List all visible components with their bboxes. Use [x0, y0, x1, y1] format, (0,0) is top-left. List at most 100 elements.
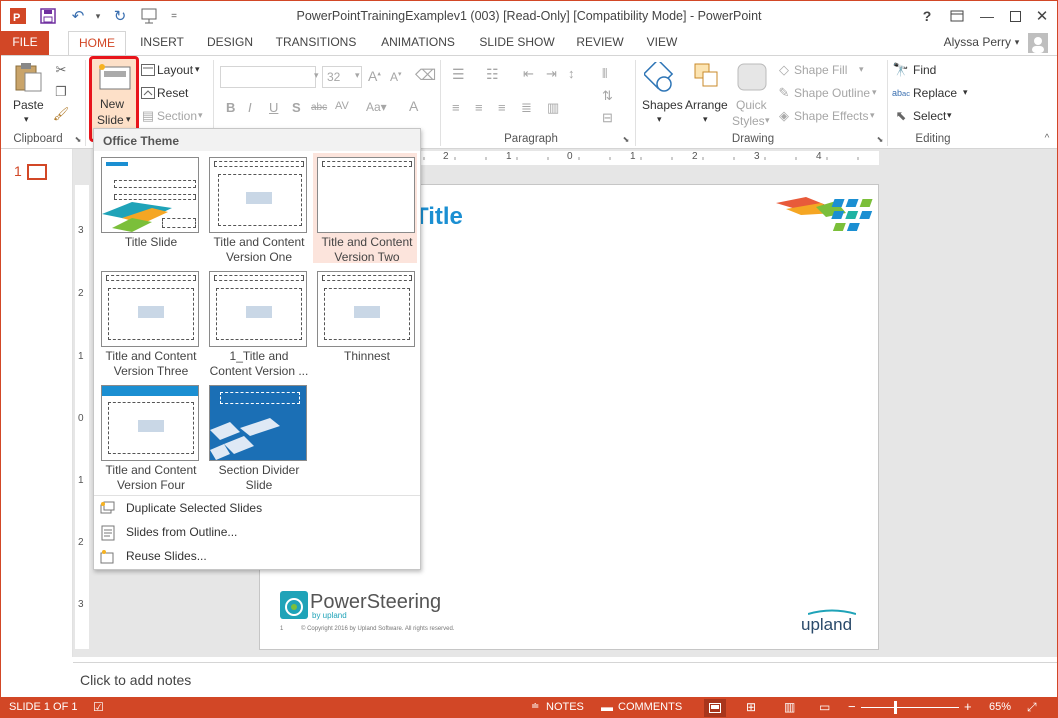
layout-icon[interactable] — [141, 63, 155, 77]
zoom-slider-thumb[interactable] — [894, 701, 897, 714]
numbering-icon[interactable]: ☷ — [486, 66, 499, 83]
decrease-indent-icon[interactable]: ⇤ — [523, 66, 534, 82]
shape-fill-dropdown-icon[interactable]: ▾ — [859, 64, 864, 75]
reuse-slides-item[interactable]: Reuse Slides... — [94, 545, 420, 569]
shape-outline-dropdown-icon[interactable]: ▾ — [872, 87, 877, 98]
paste-dropdown-icon[interactable]: ▾ — [24, 114, 29, 125]
section-dropdown-icon[interactable]: ▾ — [198, 110, 203, 121]
user-name[interactable]: Alyssa Perry — [931, 31, 1011, 55]
tab-file[interactable]: FILE — [1, 31, 49, 55]
notes-toggle-icon[interactable]: ≐ — [531, 701, 539, 712]
layout-title-slide[interactable]: Title Slide — [97, 153, 201, 263]
clipboard-launcher-icon[interactable]: ⬊ — [73, 134, 83, 144]
shape-effects-dropdown-icon[interactable]: ▾ — [870, 110, 875, 121]
layout-1-title-content[interactable]: 1_Title and Content Version ... — [205, 267, 309, 378]
zoom-slider-track[interactable] — [861, 707, 959, 708]
font-color-icon[interactable]: A — [409, 98, 418, 114]
slide-sorter-icon[interactable]: ⊞ — [746, 700, 756, 714]
bullets-icon[interactable]: ☰ — [452, 66, 465, 83]
center-icon[interactable]: ≡ — [475, 100, 483, 115]
find-button[interactable]: Find — [913, 63, 936, 77]
align-right-icon[interactable]: ≡ — [498, 100, 506, 115]
layout-button[interactable]: Layout — [157, 63, 193, 77]
font-size-dropdown-icon[interactable]: ▾ — [355, 70, 360, 81]
arrange-icon[interactable] — [691, 62, 723, 94]
zoom-in-button[interactable]: + — [964, 699, 972, 714]
section-icon[interactable]: ▤ — [141, 108, 155, 123]
drawing-launcher-icon[interactable]: ⬊ — [875, 134, 885, 144]
align-text-icon[interactable]: ⊟ — [602, 110, 613, 126]
close-icon[interactable]: ✕ — [1028, 5, 1056, 27]
collapse-ribbon-icon[interactable]: ^ — [1041, 132, 1053, 144]
paste-icon[interactable] — [11, 60, 45, 94]
tab-animations[interactable]: ANIMATIONS — [371, 31, 465, 55]
quick-styles-line1[interactable]: Quick — [736, 98, 767, 112]
normal-view-icon[interactable] — [704, 699, 726, 717]
minimize-icon[interactable]: — — [973, 5, 1001, 27]
reset-icon[interactable] — [141, 86, 155, 100]
tab-home[interactable]: HOME — [68, 31, 126, 56]
layout-title-content-v4[interactable]: Title and Content Version Four — [97, 381, 201, 492]
slide-thumbnail[interactable] — [27, 164, 47, 180]
strikethrough-icon[interactable]: abc — [311, 102, 327, 113]
shape-effects-icon[interactable]: ◈ — [777, 108, 791, 123]
change-case-icon[interactable]: Aa▾ — [366, 100, 387, 114]
slide-title-fragment[interactable]: Title — [414, 203, 463, 231]
paragraph-launcher-icon[interactable]: ⬊ — [621, 134, 631, 144]
select-dropdown-icon[interactable]: ▾ — [947, 110, 952, 121]
tab-design[interactable]: DESIGN — [199, 31, 261, 55]
reset-button[interactable]: Reset — [157, 86, 188, 100]
text-direction-icon[interactable]: ⇅ — [602, 88, 613, 104]
layout-title-content-v2[interactable]: Title and Content Version Two — [313, 153, 417, 264]
layout-title-content-v3[interactable]: Title and Content Version Three — [97, 267, 201, 378]
notes-pane[interactable]: Click to add notes — [73, 662, 1057, 696]
quick-styles-line2[interactable]: Styles — [732, 114, 765, 128]
fit-slide-icon[interactable]: ⤢ — [1027, 700, 1037, 715]
notes-toggle-button[interactable]: NOTES — [546, 701, 584, 713]
character-spacing-icon[interactable]: AV — [335, 100, 349, 112]
columns-icon[interactable]: ⫴ — [602, 66, 607, 82]
align-left-icon[interactable]: ≡ — [452, 100, 460, 115]
justify-icon[interactable]: ≣ — [521, 100, 532, 116]
quick-styles-icon[interactable] — [736, 62, 768, 94]
section-button[interactable]: Section — [157, 109, 197, 123]
paste-button[interactable]: Paste — [13, 98, 44, 112]
tab-review[interactable]: REVIEW — [571, 31, 629, 55]
avatar[interactable] — [1028, 33, 1048, 53]
shrink-font-icon[interactable]: A▾ — [390, 70, 402, 84]
italic-icon[interactable]: I — [248, 100, 252, 115]
slide-show-icon[interactable]: ▭ — [819, 700, 830, 714]
increase-indent-icon[interactable]: ⇥ — [546, 66, 557, 82]
layout-thinnest[interactable]: Thinnest — [313, 267, 417, 377]
reading-view-icon[interactable]: ▥ — [784, 700, 795, 714]
spelling-check-icon[interactable]: ☑ — [93, 700, 104, 714]
layout-title-content-v1[interactable]: Title and Content Version One — [205, 153, 309, 264]
shape-outline-button[interactable]: Shape Outline — [794, 86, 870, 100]
replace-button[interactable]: Replace — [913, 86, 957, 100]
line-spacing-icon[interactable]: ↕ — [568, 66, 575, 81]
tab-transitions[interactable]: TRANSITIONS — [269, 31, 363, 55]
ribbon-display-options-icon[interactable] — [943, 5, 971, 27]
shape-fill-icon[interactable]: ◇ — [777, 62, 791, 77]
comments-button[interactable]: COMMENTS — [618, 701, 682, 713]
notes-placeholder[interactable]: Click to add notes — [80, 672, 191, 688]
layout-dropdown-icon[interactable]: ▾ — [195, 64, 200, 75]
comments-icon[interactable]: ▬ — [601, 700, 613, 714]
select-button[interactable]: Select — [913, 109, 946, 123]
select-icon[interactable]: ⬉ — [893, 108, 909, 123]
shapes-button[interactable]: Shapes — [642, 98, 683, 112]
clear-formatting-icon[interactable]: ⌫ — [415, 66, 436, 84]
arrange-dropdown-icon[interactable]: ▾ — [703, 114, 708, 125]
layout-section-divider[interactable]: Section Divider Slide — [205, 381, 309, 492]
font-name-combobox[interactable] — [220, 66, 316, 88]
tab-view[interactable]: VIEW — [637, 31, 687, 55]
copy-icon[interactable]: ❐ — [53, 84, 69, 100]
shape-outline-icon[interactable]: ✎ — [777, 85, 791, 100]
shadow-icon[interactable]: S — [292, 100, 301, 115]
arrange-button[interactable]: Arrange — [685, 98, 728, 112]
grow-font-icon[interactable]: A▴ — [368, 68, 381, 84]
tab-insert[interactable]: INSERT — [133, 31, 191, 55]
slides-from-outline-item[interactable]: Slides from Outline... — [94, 521, 420, 545]
find-icon[interactable]: 🔭 — [893, 62, 909, 77]
format-painter-icon[interactable]: 🖌 — [53, 106, 70, 122]
